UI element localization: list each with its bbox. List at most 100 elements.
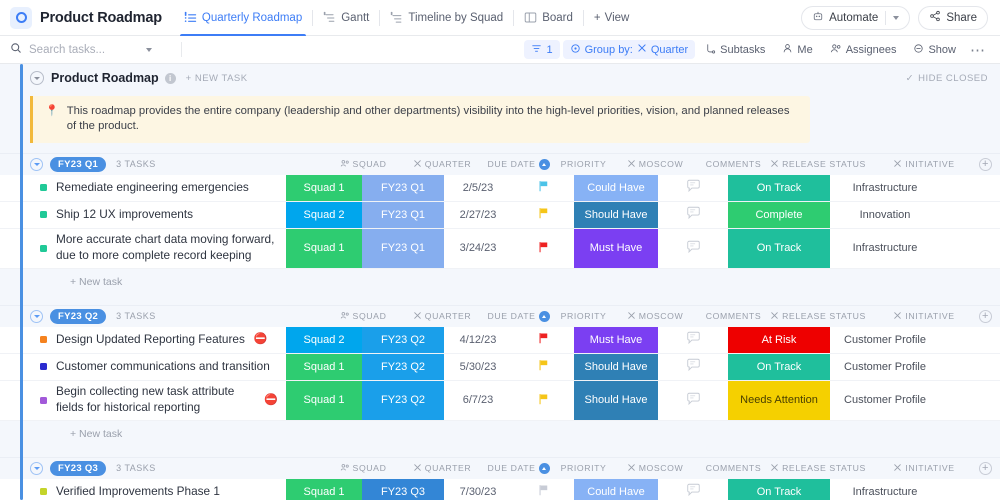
cell-release-status[interactable]: On Track — [728, 353, 830, 380]
me-button[interactable]: Me — [775, 40, 819, 59]
column-header-comm[interactable]: COMMENTS — [697, 311, 767, 321]
search-input[interactable] — [29, 43, 139, 56]
cell-task-name[interactable]: Ship 12 UX improvements — [0, 202, 286, 228]
cell-initiative[interactable]: Customer Profile — [830, 354, 940, 380]
column-header-squad[interactable]: SQUAD — [325, 463, 401, 474]
status-dot-icon[interactable] — [40, 184, 47, 191]
comment-icon[interactable] — [686, 483, 701, 500]
cell-task-name[interactable]: Remediate engineering emergencies — [0, 175, 286, 201]
cell-quarter[interactable]: FY23 Q1 — [362, 228, 444, 268]
table-row[interactable]: Verified Improvements Phase 1 Squad 1 FY23… — [0, 478, 1000, 500]
cell-priority[interactable] — [512, 381, 574, 420]
cell-comments[interactable] — [658, 175, 728, 201]
show-button[interactable]: Show — [906, 40, 963, 59]
cell-quarter[interactable]: FY23 Q1 — [362, 201, 444, 228]
cell-initiative[interactable]: Infrastructure — [830, 479, 940, 500]
cell-release-status[interactable]: Needs Attention — [728, 380, 830, 420]
cell-quarter[interactable]: FY23 Q3 — [362, 478, 444, 500]
table-row[interactable]: Customer communications and transition Sq… — [0, 353, 1000, 381]
group-badge[interactable]: FY23 Q3 — [50, 460, 107, 476]
column-header-prio[interactable]: PRIORITY — [551, 463, 613, 473]
cell-initiative[interactable]: Customer Profile — [830, 327, 940, 353]
cell-moscow[interactable]: Should Have — [574, 201, 658, 228]
cell-squad[interactable]: Squad 1 — [286, 174, 362, 201]
cell-due-date[interactable]: 2/27/23 — [444, 202, 512, 228]
hide-closed-button[interactable]: ✓ HIDE CLOSED — [906, 73, 988, 84]
column-header-squad[interactable]: SQUAD — [325, 311, 401, 322]
column-header-prio[interactable]: PRIORITY — [551, 311, 613, 321]
cell-task-name[interactable]: Verified Improvements Phase 1 — [0, 479, 286, 500]
add-view-button[interactable]: + View — [584, 12, 639, 24]
new-task-row[interactable]: + New task — [0, 268, 1000, 295]
comment-icon[interactable] — [686, 331, 701, 348]
tab-quarterly-roadmap[interactable]: Quarterly Roadmap — [174, 0, 312, 36]
column-header-rel[interactable]: RELEASE STATUS — [767, 159, 869, 170]
assignees-button[interactable]: Assignees — [823, 40, 904, 59]
add-column-button[interactable]: + — [979, 309, 992, 323]
cell-comments[interactable] — [658, 381, 728, 420]
cell-due-date[interactable]: 3/24/23 — [444, 229, 512, 268]
cell-moscow[interactable]: Must Have — [574, 228, 658, 268]
column-header-due[interactable]: DUE DATE — [483, 462, 551, 474]
column-header-quarter[interactable]: QUARTER — [401, 311, 483, 322]
column-header-due[interactable]: DUE DATE — [483, 158, 551, 170]
column-header-comm[interactable]: COMMENTS — [697, 463, 767, 473]
sort-asc-icon[interactable] — [538, 462, 550, 474]
column-header-init[interactable]: INITIATIVE — [869, 159, 979, 170]
tab-timeline-by-squad[interactable]: Timeline by Squad — [380, 0, 513, 36]
group-badge[interactable]: FY23 Q2 — [50, 308, 107, 324]
column-header-quarter[interactable]: QUARTER — [401, 463, 483, 474]
column-header-moscow[interactable]: MOSCOW — [613, 159, 697, 170]
new-task-row[interactable]: + New task — [0, 420, 1000, 447]
cell-comments[interactable] — [658, 354, 728, 380]
comment-icon[interactable] — [686, 392, 701, 409]
cell-comments[interactable] — [658, 327, 728, 353]
cell-task-name[interactable]: More accurate chart data moving forward,… — [0, 229, 286, 268]
cell-task-name[interactable]: Begin collecting new task attribute fiel… — [0, 381, 286, 420]
collapse-group-button[interactable] — [30, 157, 43, 171]
cell-release-status[interactable]: At Risk — [728, 326, 830, 353]
comment-icon[interactable] — [686, 179, 701, 196]
status-dot-icon[interactable] — [40, 396, 47, 404]
cell-priority[interactable] — [512, 327, 574, 353]
group-by-button[interactable]: Group by: Quarter — [562, 40, 696, 59]
column-header-due[interactable]: DUE DATE — [483, 310, 551, 322]
cell-due-date[interactable]: 4/12/23 — [444, 327, 512, 353]
subtasks-button[interactable]: Subtasks — [698, 40, 772, 59]
cell-quarter[interactable]: FY23 Q2 — [362, 380, 444, 420]
status-dot-icon[interactable] — [40, 363, 47, 370]
cell-moscow[interactable]: Could Have — [574, 174, 658, 201]
cell-comments[interactable] — [658, 202, 728, 228]
cell-initiative[interactable]: Infrastructure — [830, 175, 940, 201]
new-task-button[interactable]: + NEW TASK — [186, 73, 248, 84]
cell-moscow[interactable]: Could Have — [574, 478, 658, 500]
status-dot-icon[interactable] — [40, 244, 47, 252]
cell-priority[interactable] — [512, 479, 574, 500]
sort-asc-icon[interactable] — [538, 158, 550, 170]
column-header-rel[interactable]: RELEASE STATUS — [767, 463, 869, 474]
table-row[interactable]: Begin collecting new task attribute fiel… — [0, 380, 1000, 421]
column-header-squad[interactable]: SQUAD — [325, 159, 401, 170]
info-icon[interactable]: i — [164, 72, 176, 84]
more-options-button[interactable]: ⋯ — [966, 41, 990, 59]
cell-squad[interactable]: Squad 1 — [286, 478, 362, 500]
sort-asc-icon[interactable] — [538, 310, 550, 322]
cell-squad[interactable]: Squad 1 — [286, 228, 362, 268]
cell-initiative[interactable]: Infrastructure — [830, 229, 940, 268]
cell-due-date[interactable]: 2/5/23 — [444, 175, 512, 201]
group-badge[interactable]: FY23 Q1 — [50, 156, 107, 172]
filter-button[interactable]: 1 — [524, 40, 560, 59]
cell-quarter[interactable]: FY23 Q2 — [362, 353, 444, 380]
automate-button[interactable]: Automate — [801, 5, 911, 30]
cell-priority[interactable] — [512, 202, 574, 228]
table-row[interactable]: Remediate engineering emergencies Squad 1… — [0, 174, 1000, 202]
cell-quarter[interactable]: FY23 Q2 — [362, 326, 444, 353]
collapse-group-button[interactable] — [30, 461, 43, 475]
cell-quarter[interactable]: FY23 Q1 — [362, 174, 444, 201]
cell-moscow[interactable]: Must Have — [574, 326, 658, 353]
cell-moscow[interactable]: Should Have — [574, 380, 658, 420]
column-header-comm[interactable]: COMMENTS — [697, 159, 767, 169]
collapse-list-button[interactable] — [30, 71, 44, 85]
add-column-button[interactable]: + — [979, 461, 992, 475]
status-dot-icon[interactable] — [40, 488, 47, 495]
